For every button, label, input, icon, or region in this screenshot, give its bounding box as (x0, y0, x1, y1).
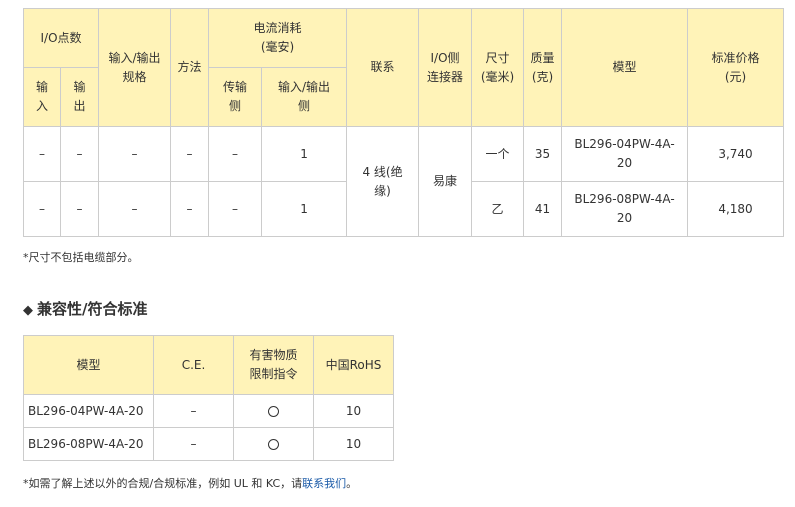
header-io-side: 输入/输出侧 (260, 67, 348, 127)
table-row: BL296-04PW-4A-20 – 〇 10 (23, 394, 394, 428)
cell-mass: 41 (523, 181, 563, 237)
table-row: BL296-08PW-4A-20 – 〇 10 (23, 427, 394, 461)
cell-size: 一个 (471, 126, 525, 182)
cell-ce: – (153, 394, 234, 428)
compliant-circle-icon (268, 438, 279, 450)
cell-china-rohs: 10 (313, 394, 394, 428)
cell-input: – (23, 126, 61, 182)
cell-china-rohs: 10 (313, 427, 394, 461)
compliance-note: *如需了解上述以外的合规/合规标准，例如 UL 和 KC，请联系我们。 (23, 475, 357, 491)
cell-model: BL296-08PW-4A- 20 (561, 181, 689, 237)
compliance-heading: ◆ 兼容性/符合标准 (23, 298, 147, 319)
header-method: 方法 (170, 8, 209, 127)
table-row: – – – – – 1 4 线(绝 缘) 易康 一个 35 BL296-04PW… (23, 126, 785, 237)
cell-model: BL296-08PW-4A-20 (23, 427, 154, 461)
cell-transmit-side: – (208, 126, 262, 182)
cell-hazard-directive: 〇 (233, 394, 314, 428)
compliance-heading-text: 兼容性/符合标准 (37, 300, 148, 318)
cell-transmit-side: – (208, 181, 262, 237)
header-ce: C.E. (153, 335, 234, 395)
cell-price: 4,180 (687, 181, 785, 237)
header-link: 联系 (346, 8, 420, 127)
compliance-note-text: *如需了解上述以外的合规/合规标准，例如 UL 和 KC，请 (23, 477, 303, 490)
cell-method: – (170, 181, 209, 237)
cell-io-connector: 易康 (418, 126, 473, 237)
compliance-note-suffix: 。 (346, 477, 358, 490)
cell-hazard-directive: 〇 (233, 427, 314, 461)
cell-io-side: 1 (260, 126, 348, 182)
header-io-points: I/O点数 (23, 8, 99, 68)
cell-output: – (60, 126, 99, 182)
cell-io-spec: – (98, 126, 171, 182)
cell-mass: 35 (523, 126, 563, 182)
header-price: 标准价格 (元) (687, 8, 785, 127)
header-hazard-directive: 有害物质 限制指令 (233, 335, 314, 395)
header-transmit-side: 传输侧 (208, 67, 262, 127)
contact-us-link[interactable]: 联系我们 (302, 477, 346, 490)
cell-model: BL296-04PW-4A- 20 (561, 126, 689, 182)
cell-method: – (170, 126, 209, 182)
size-note: *尺寸不包括电缆部分。 (23, 251, 139, 264)
spec-table: I/O点数 输入/输出规格 方法 电流消耗 (毫安) 联系 I/O侧连接器 尺寸… (23, 8, 785, 237)
cell-ce: – (153, 427, 234, 461)
diamond-icon: ◆ (23, 303, 33, 318)
header-model: 模型 (23, 335, 154, 395)
header-mass: 质量 (克) (523, 8, 563, 127)
cell-io-side: 1 (260, 181, 348, 237)
cell-link: 4 线(绝 缘) (346, 126, 420, 237)
cell-model: BL296-04PW-4A-20 (23, 394, 154, 428)
header-model: 模型 (561, 8, 689, 127)
header-current-consumption: 电流消耗 (毫安) (207, 8, 348, 68)
header-size: 尺寸 (毫米) (471, 8, 525, 127)
cell-input: – (23, 181, 61, 237)
cell-output: – (60, 181, 99, 237)
compliance-table: 模型 C.E. 有害物质 限制指令 中国RoHS BL296-04PW-4A-2… (23, 335, 394, 461)
cell-io-spec: – (98, 181, 171, 237)
header-output: 输出 (60, 67, 99, 127)
header-china-rohs: 中国RoHS (313, 335, 394, 395)
cell-size: 乙 (471, 181, 525, 237)
header-io-spec: 输入/输出规格 (98, 8, 171, 127)
header-input: 输入 (23, 67, 61, 127)
header-io-connector: I/O侧连接器 (418, 8, 473, 127)
compliant-circle-icon (268, 405, 279, 417)
cell-price: 3,740 (687, 126, 785, 182)
